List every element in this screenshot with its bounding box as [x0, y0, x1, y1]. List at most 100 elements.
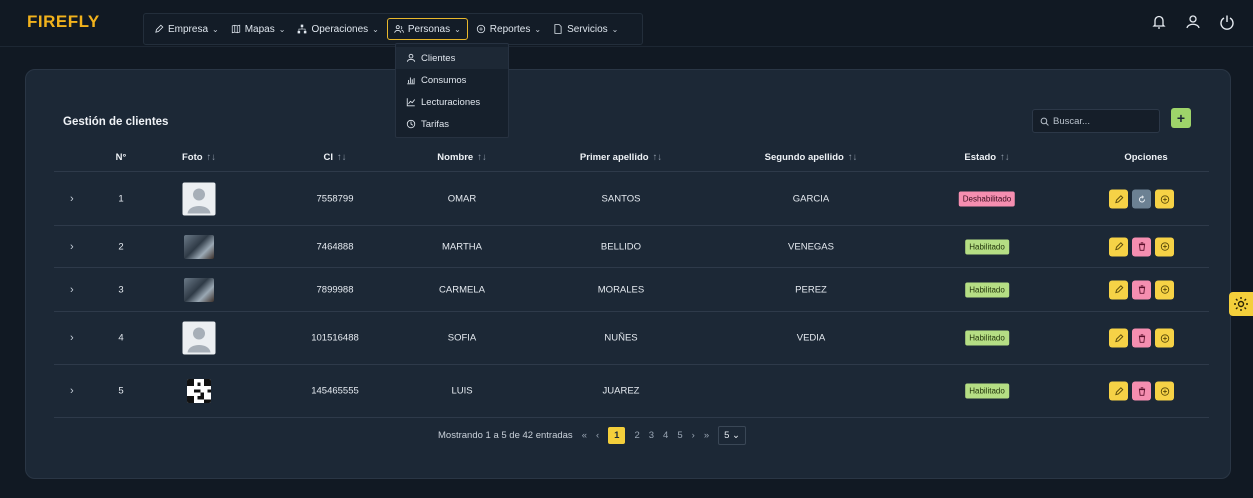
restore-button[interactable] — [1132, 189, 1151, 209]
header-segundo-label: Segundo apellido — [764, 152, 844, 163]
edit-button[interactable] — [1109, 328, 1128, 348]
search-input[interactable]: Buscar... — [1032, 109, 1160, 133]
sort-icon[interactable]: ↑↓ — [207, 152, 217, 163]
user-icon[interactable] — [1185, 14, 1201, 30]
dropdown-item-lecturaciones[interactable]: Lecturaciones — [396, 91, 508, 113]
menu-operaciones[interactable]: Operaciones ⌄ — [293, 18, 382, 40]
sort-icon[interactable]: ↑↓ — [653, 152, 663, 163]
page-button-4[interactable]: 4 — [663, 430, 668, 441]
prev-page-button[interactable]: ‹ — [596, 430, 599, 441]
avatar — [182, 182, 216, 216]
cell-ci: 101516488 — [311, 332, 359, 344]
plus-circle-icon — [1160, 333, 1169, 343]
details-button[interactable] — [1155, 237, 1174, 256]
edit-button[interactable] — [1109, 381, 1128, 401]
cell-segundo-apellido: VEDIA — [796, 332, 826, 344]
cell-ci: 7464888 — [316, 241, 354, 252]
network-icon — [298, 24, 307, 34]
details-button[interactable] — [1155, 328, 1174, 348]
dropdown-item-consumos[interactable]: Consumos — [396, 69, 508, 91]
search-icon — [1040, 117, 1049, 126]
details-button[interactable] — [1155, 381, 1174, 401]
trash-icon — [1138, 386, 1145, 396]
header-nombre-label: Nombre — [437, 152, 474, 163]
document-icon — [554, 24, 562, 34]
menu-servicios[interactable]: Servicios ⌄ — [549, 18, 622, 40]
header-nombre[interactable]: Nombre ↑↓ — [437, 152, 486, 163]
client-photo — [184, 234, 214, 259]
cell-primer-apellido: MORALES — [597, 284, 645, 295]
page-button-3[interactable]: 3 — [649, 430, 654, 441]
edit-button[interactable] — [1109, 280, 1128, 299]
menu-personas[interactable]: Personas ⌄ — [386, 18, 468, 40]
trash-icon — [1138, 242, 1145, 251]
expand-row-icon[interactable]: › — [70, 193, 74, 205]
dropdown-item-tarifas[interactable]: Tarifas — [396, 113, 508, 135]
top-navbar: FIREFLY Empresa ⌄ Mapas ⌄ Operaciones ⌄ … — [0, 0, 1253, 47]
row-options — [1109, 280, 1174, 299]
table-row: › 3 7899988 CARMELA MORALES PEREZ Habili… — [54, 268, 1209, 312]
header-estado[interactable]: Estado ↑↓ — [964, 152, 1009, 163]
dropdown-item-label: Clientes — [421, 52, 456, 64]
menu-reportes[interactable]: Reportes ⌄ — [472, 18, 545, 40]
sort-icon[interactable]: ↑↓ — [848, 152, 858, 163]
sort-icon[interactable]: ↑↓ — [477, 152, 487, 163]
cell-ci: 7899988 — [316, 284, 354, 295]
cell-nombre: OMAR — [447, 193, 477, 205]
qr-code-icon — [187, 379, 211, 403]
header-foto-label: Foto — [181, 152, 203, 163]
expand-row-icon[interactable]: › — [70, 332, 74, 344]
status-badge: Habilitado — [965, 330, 1009, 346]
last-page-button[interactable]: » — [704, 430, 709, 441]
cell-ci: 7558799 — [316, 193, 354, 205]
plus-circle-icon — [1160, 285, 1169, 294]
header-segundo-apellido[interactable]: Segundo apellido ↑↓ — [765, 152, 858, 163]
edit-button[interactable] — [1109, 189, 1128, 209]
page-button-5[interactable]: 5 — [677, 430, 682, 441]
chevron-down-icon: ⌄ — [372, 24, 379, 34]
sort-icon[interactable]: ↑↓ — [337, 152, 347, 163]
dropdown-item-clientes[interactable]: Clientes — [396, 47, 508, 69]
details-button[interactable] — [1155, 189, 1174, 209]
status-badge: Habilitado — [965, 282, 1009, 297]
table-row: › 2 7464888 MARTHA BELLIDO VENEGAS Habil… — [54, 226, 1209, 268]
table-row: › 4 101516488 SOFIA NUÑES VEDIA Habilita… — [54, 312, 1209, 365]
refresh-icon — [1138, 194, 1145, 202]
expand-row-icon[interactable]: › — [70, 241, 74, 253]
power-icon[interactable] — [1219, 14, 1235, 30]
bell-icon[interactable] — [1151, 14, 1167, 30]
page-button-1[interactable]: 1 — [608, 427, 626, 444]
menu-operaciones-label: Operaciones — [311, 23, 369, 35]
details-button[interactable] — [1155, 280, 1174, 299]
expand-row-icon[interactable]: › — [70, 284, 74, 296]
chevron-down-icon: ⌄ — [732, 430, 741, 441]
menu-mapas[interactable]: Mapas ⌄ — [227, 18, 290, 40]
expand-row-icon[interactable]: › — [70, 385, 74, 397]
edit-button[interactable] — [1109, 237, 1128, 256]
cell-ci: 145465555 — [311, 385, 359, 397]
app-logo[interactable]: FIREFLY — [27, 12, 100, 32]
row-options — [1109, 381, 1174, 401]
sort-icon[interactable]: ↑↓ — [1000, 152, 1010, 163]
trash-icon — [1138, 333, 1145, 343]
delete-button[interactable] — [1132, 328, 1151, 348]
search-placeholder: Buscar... — [1053, 115, 1090, 127]
header-num: N° — [116, 152, 127, 163]
delete-button[interactable] — [1132, 280, 1151, 299]
dropdown-item-label: Lecturaciones — [421, 96, 481, 108]
delete-button[interactable] — [1132, 381, 1151, 401]
qr-code-image — [187, 379, 211, 403]
page-size-select[interactable]: 5 ⌄ — [718, 426, 747, 445]
header-primer-apellido[interactable]: Primer apellido ↑↓ — [580, 152, 662, 163]
add-client-button[interactable]: + — [1171, 108, 1191, 128]
cell-num: 2 — [118, 241, 124, 252]
settings-button[interactable] — [1229, 292, 1253, 316]
header-ci[interactable]: CI ↑↓ — [324, 152, 347, 163]
menu-empresa[interactable]: Empresa ⌄ — [150, 18, 223, 40]
page-title: Gestión de clientes — [63, 116, 169, 128]
header-foto[interactable]: Foto ↑↓ — [182, 152, 216, 163]
page-button-2[interactable]: 2 — [634, 430, 639, 441]
next-page-button[interactable]: › — [692, 430, 695, 441]
delete-button[interactable] — [1132, 237, 1151, 256]
first-page-button[interactable]: « — [582, 430, 587, 441]
